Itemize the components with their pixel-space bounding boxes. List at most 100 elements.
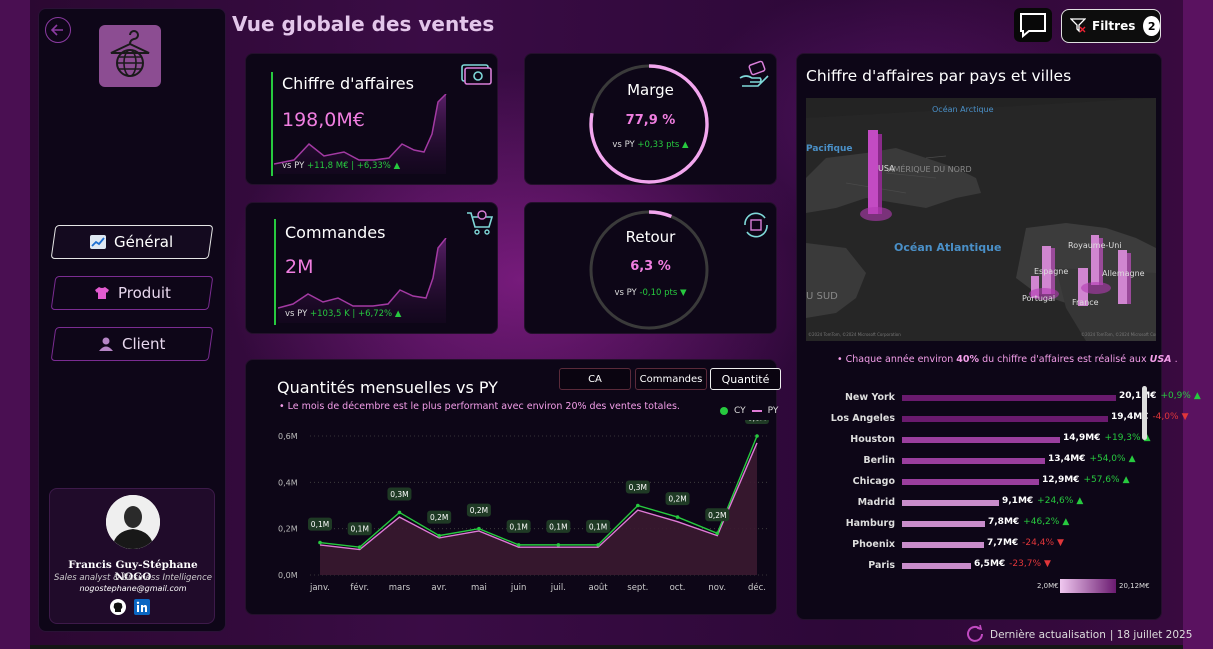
kpi-accent-bar [274,219,276,325]
data-label: 0,6M [748,420,766,423]
city-variation: +24,6% [1037,496,1074,506]
city-row[interactable]: Madrid 9,1M€ +24,6% ▲ [797,493,1157,513]
sidebar: Général Produit Client Francis Guy-Stéph… [38,8,226,632]
city-bar [902,563,971,569]
footer-label: Dernière actualisation [990,628,1106,641]
city-value-group: 19,4M€ -4,0% ▼ [1111,412,1188,422]
bottom-strip [30,645,1183,649]
nav-general[interactable]: Général [50,225,214,259]
kpi-retour-sub-delta: -0,10 pts [639,288,678,298]
comment-button[interactable] [1014,8,1052,42]
city-row[interactable]: Hamburg 7,8M€ +46,2% ▲ [797,514,1157,534]
toggle-commandes[interactable]: Commandes [635,368,707,390]
city-value: 7,8M€ [988,517,1020,527]
city-row[interactable]: Paris 6,5M€ -23,7% ▼ [797,556,1157,576]
toggle-ca[interactable]: CA [559,368,631,390]
up-arrow-icon: ▲ [394,309,402,319]
left-edge [0,0,30,649]
data-label: 0,1M [509,522,527,531]
return-box-icon [739,208,773,242]
sales-map[interactable]: Océan Arctique Pacifique USA AMÉRIQUE DU… [806,98,1156,341]
filters-button[interactable]: Filtres 2 [1061,9,1161,43]
filters-label: Filtres [1092,19,1136,33]
city-row[interactable]: Houston 14,9M€ +19,3% ▲ [797,430,1157,450]
map-label-uk: Royaume-Uni [1068,241,1122,250]
city-value-group: 7,8M€ +46,2% ▲ [988,517,1069,527]
map-label-atlantic: Océan Atlantique [894,241,1001,254]
tshirt-icon [94,286,110,300]
cy-point [596,543,600,547]
cy-point [397,510,402,515]
kpi-retour-value: 6,3 % [630,259,671,274]
map-label-spain: Espagne [1034,267,1068,276]
line-chart: 0,6M 0,4M 0,2M 0,0M 0,1M janv. 0,1M févr. 0,3M ma… [278,420,769,593]
footer-date: | 18 juillet 2025 [1109,628,1193,641]
cy-point [715,531,720,536]
kpi-marge-sub-delta: +0,33 pts [637,140,680,150]
cy-point [556,543,561,547]
cy-point [357,545,362,549]
x-tick-label: févr. [350,582,369,593]
cy-point [477,526,481,531]
city-name: Los Angeles [830,413,895,424]
y-tick-label: 0,6M [278,432,298,441]
x-tick-label: juil. [550,583,566,593]
filters-count-badge: 2 [1143,16,1160,36]
city-row[interactable]: New York 20,1M€ +0,9% ▲ [797,388,1201,408]
city-list-scrollbar[interactable] [1142,386,1147,440]
city-row[interactable]: Chicago 12,9M€ +57,6% ▲ [797,472,1157,492]
nav-produit[interactable]: Produit [50,276,214,310]
legend-cy-marker [720,407,728,415]
line-chart-note: • Le mois de décembre est le plus perfor… [279,401,680,412]
city-name: Paris [868,560,895,571]
back-arrow-icon[interactable] [45,17,71,43]
map-note-suffix: . [1174,354,1178,365]
footer: Dernière actualisation | 18 juillet 2025 [964,624,1192,645]
city-variation: -23,7% [1009,559,1042,569]
data-label: 0,3M [390,490,408,499]
up-arrow-icon: ▲ [393,161,401,171]
linkedin-icon[interactable] [134,599,150,615]
kpi-ca-sub-delta: +11,8 M€ | +6,33% [307,161,391,171]
city-bar [902,500,999,506]
kpi-accent-bar [271,72,273,176]
chart-icon [90,235,107,249]
data-label: 0,1M [549,522,567,531]
city-value: 9,1M€ [1002,496,1034,506]
kpi-retour-sub-prefix: vs PY [614,288,637,298]
down-arrow-icon: ▼ [680,288,687,298]
city-row[interactable]: Los Angeles 19,4M€ -4,0% ▼ [797,409,1189,429]
avatar [106,495,160,549]
city-name: New York [844,392,895,403]
map-label-france: France [1072,298,1099,307]
map-note-pct: 40% [956,354,980,365]
map-note-country: USA [1149,354,1172,365]
nav-client[interactable]: Client [50,327,214,361]
data-label: 0,1M [589,522,607,531]
nav-general-label: Général [114,233,174,251]
data-label: 0,2M [430,513,448,522]
city-value-group: 13,4M€ +54,0% ▲ [1048,454,1136,464]
cy-point [318,540,322,545]
city-bar [902,437,1060,443]
city-row[interactable]: Phoenix 7,7M€ -24,4% ▼ [797,535,1157,555]
city-variation: +54,0% [1089,454,1126,464]
kpi-commandes-sub: vs PY +103,5 K | +6,72% ▲ [285,309,401,319]
right-edge [1183,0,1213,649]
city-variation: +19,3% [1104,433,1141,443]
city-row[interactable]: Berlin 13,4M€ +54,0% ▲ [797,451,1157,471]
kpi-retour-sub: vs PY -0,10 pts ▼ [525,288,776,298]
y-tick-label: 0,0M [278,571,298,580]
hand-money-icon [738,60,770,90]
city-value-group: 6,5M€ -23,7% ▼ [974,559,1051,569]
x-tick-label: juin [510,583,527,593]
nav-produit-label: Produit [117,284,171,302]
city-bar [902,458,1045,464]
map-card: Chiffre d'affaires par pays et villes Oc… [796,53,1201,620]
refresh-icon[interactable] [964,624,986,645]
x-tick-label: mars [389,583,411,593]
github-icon[interactable] [110,599,126,615]
data-label: 0,1M [311,520,329,529]
city-value: 7,7M€ [987,538,1019,548]
toggle-quantite[interactable]: Quantité [710,368,781,390]
